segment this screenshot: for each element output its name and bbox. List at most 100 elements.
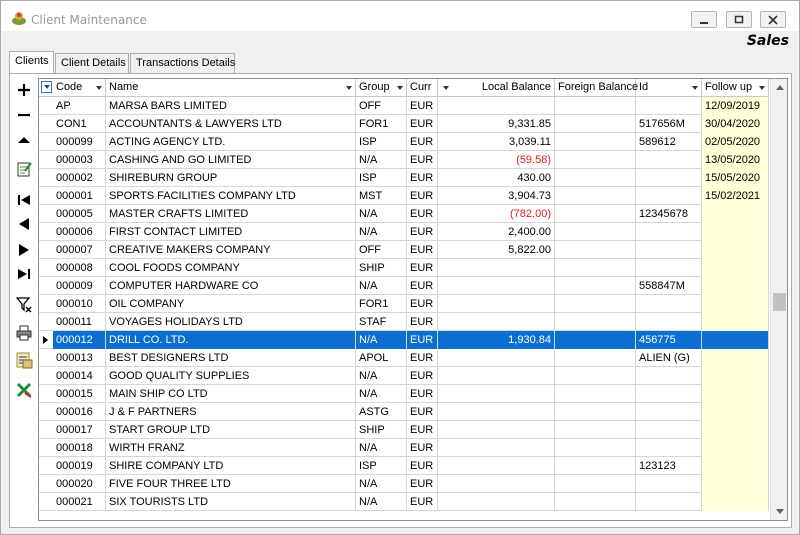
cell-id[interactable] <box>636 403 702 421</box>
table-row[interactable]: 000008 COOL FOODS COMPANY SHIP EUR <box>39 259 769 277</box>
cell-name[interactable]: SPORTS FACILITIES COMPANY LTD <box>106 187 356 205</box>
cell-name[interactable]: MARSA BARS LIMITED <box>106 97 356 115</box>
cell-foreign-balance[interactable] <box>555 259 636 277</box>
cell-follow-up[interactable]: 15/05/2020 <box>702 169 769 187</box>
cell-group[interactable]: ISP <box>356 457 407 475</box>
cell-code[interactable]: 000018 <box>53 439 106 457</box>
cell-curr[interactable]: EUR <box>407 295 438 313</box>
cell-id[interactable] <box>636 493 702 511</box>
cell-local-balance[interactable] <box>438 385 555 403</box>
cell-code[interactable]: 000010 <box>53 295 106 313</box>
cell-foreign-balance[interactable] <box>555 169 636 187</box>
cell-local-balance[interactable] <box>438 475 555 493</box>
cell-name[interactable]: COOL FOODS COMPANY <box>106 259 356 277</box>
cell-foreign-balance[interactable] <box>555 403 636 421</box>
cell-local-balance[interactable] <box>438 259 555 277</box>
cell-group[interactable]: N/A <box>356 223 407 241</box>
cell-foreign-balance[interactable] <box>555 313 636 331</box>
tab-transactions-details[interactable]: Transactions Details <box>130 53 235 73</box>
scroll-up-icon[interactable] <box>776 85 784 90</box>
cell-code[interactable]: 000002 <box>53 169 106 187</box>
table-row[interactable]: 000005 MASTER CRAFTS LIMITED N/A EUR (782.00… <box>39 205 769 223</box>
cell-id[interactable]: ALIEN (G) <box>636 349 702 367</box>
cell-name[interactable]: OIL COMPANY <box>106 295 356 313</box>
cell-code[interactable]: 000021 <box>53 493 106 511</box>
cell-curr[interactable]: EUR <box>407 439 438 457</box>
cell-follow-up[interactable]: 12/09/2019 <box>702 97 769 115</box>
column-chooser-icon[interactable] <box>41 81 52 93</box>
table-row[interactable]: 000002 SHIREBURN GROUP ISP EUR 430.00 15/05/2… <box>39 169 769 187</box>
cell-name[interactable]: ACCOUNTANTS & LAWYERS LTD <box>106 115 356 133</box>
table-row[interactable]: 000010 OIL COMPANY FOR1 EUR <box>39 295 769 313</box>
cell-follow-up[interactable] <box>702 331 769 349</box>
cell-name[interactable]: FIVE FOUR THREE LTD <box>106 475 356 493</box>
table-row[interactable]: 000019 SHIRE COMPANY LTD ISP EUR 123123 <box>39 457 769 475</box>
cell-group[interactable]: N/A <box>356 367 407 385</box>
cell-local-balance[interactable] <box>438 313 555 331</box>
cell-local-balance[interactable]: 3,904.73 <box>438 187 555 205</box>
close-button[interactable] <box>760 11 786 28</box>
scroll-thumb[interactable] <box>773 293 786 311</box>
cell-curr[interactable]: EUR <box>407 475 438 493</box>
delete-record-icon[interactable] <box>15 106 33 124</box>
cell-id[interactable] <box>636 187 702 205</box>
cell-local-balance[interactable] <box>438 493 555 511</box>
table-row[interactable]: CON1 ACCOUNTANTS & LAWYERS LTD FOR1 EUR 9,33… <box>39 115 769 133</box>
cell-id[interactable] <box>636 439 702 457</box>
cell-group[interactable]: ISP <box>356 169 407 187</box>
cell-name[interactable]: BEST DESIGNERS LTD <box>106 349 356 367</box>
cell-code[interactable]: 000005 <box>53 205 106 223</box>
cell-curr[interactable]: EUR <box>407 367 438 385</box>
cell-curr[interactable]: EUR <box>407 133 438 151</box>
cell-id[interactable] <box>636 259 702 277</box>
cell-name[interactable]: DRILL CO. LTD. <box>106 331 356 349</box>
cell-curr[interactable]: EUR <box>407 187 438 205</box>
cell-group[interactable]: SHIP <box>356 421 407 439</box>
cell-name[interactable]: ACTING AGENCY LTD. <box>106 133 356 151</box>
header-group[interactable]: Group <box>356 79 407 97</box>
table-row[interactable]: 000018 WIRTH FRANZ N/A EUR <box>39 439 769 457</box>
edit-record-icon[interactable] <box>15 160 33 178</box>
cell-id[interactable]: 12345678 <box>636 205 702 223</box>
cell-group[interactable]: N/A <box>356 439 407 457</box>
minimize-button[interactable] <box>691 11 717 28</box>
scroll-down-icon[interactable] <box>776 509 784 514</box>
cell-local-balance[interactable]: 3,039.11 <box>438 133 555 151</box>
table-row[interactable]: 000007 CREATIVE MAKERS COMPANY OFF EUR 5,822… <box>39 241 769 259</box>
header-code[interactable]: Code <box>53 79 106 97</box>
tab-clients[interactable]: Clients <box>9 51 54 73</box>
cell-local-balance[interactable] <box>438 97 555 115</box>
cell-curr[interactable]: EUR <box>407 259 438 277</box>
cell-id[interactable] <box>636 313 702 331</box>
cell-follow-up[interactable] <box>702 403 769 421</box>
cell-follow-up[interactable] <box>702 385 769 403</box>
cell-group[interactable]: N/A <box>356 277 407 295</box>
cell-foreign-balance[interactable] <box>555 493 636 511</box>
cell-foreign-balance[interactable] <box>555 97 636 115</box>
add-record-icon[interactable] <box>15 81 33 99</box>
cell-id[interactable] <box>636 169 702 187</box>
cell-group[interactable]: FOR1 <box>356 115 407 133</box>
cell-id[interactable] <box>636 241 702 259</box>
cell-group[interactable]: SHIP <box>356 259 407 277</box>
cell-follow-up[interactable] <box>702 259 769 277</box>
cell-local-balance[interactable] <box>438 349 555 367</box>
cell-group[interactable]: N/A <box>356 331 407 349</box>
cell-code[interactable]: AP <box>53 97 106 115</box>
cell-code[interactable]: 000099 <box>53 133 106 151</box>
header-foreign-balance[interactable]: Foreign Balance <box>555 79 638 97</box>
cell-code[interactable]: CON1 <box>53 115 106 133</box>
cell-code[interactable]: 000008 <box>53 259 106 277</box>
report-icon[interactable] <box>15 351 33 369</box>
cell-local-balance[interactable] <box>438 277 555 295</box>
cell-follow-up[interactable] <box>702 457 769 475</box>
cell-local-balance[interactable] <box>438 403 555 421</box>
next-record-icon[interactable] <box>15 241 33 259</box>
cell-curr[interactable]: EUR <box>407 349 438 367</box>
cell-foreign-balance[interactable] <box>555 241 636 259</box>
cell-local-balance[interactable]: 9,331.85 <box>438 115 555 133</box>
tab-client-details[interactable]: Client Details <box>55 53 129 73</box>
cell-code[interactable]: 000001 <box>53 187 106 205</box>
cell-foreign-balance[interactable] <box>555 475 636 493</box>
cell-local-balance[interactable]: (59.58) <box>438 151 555 169</box>
